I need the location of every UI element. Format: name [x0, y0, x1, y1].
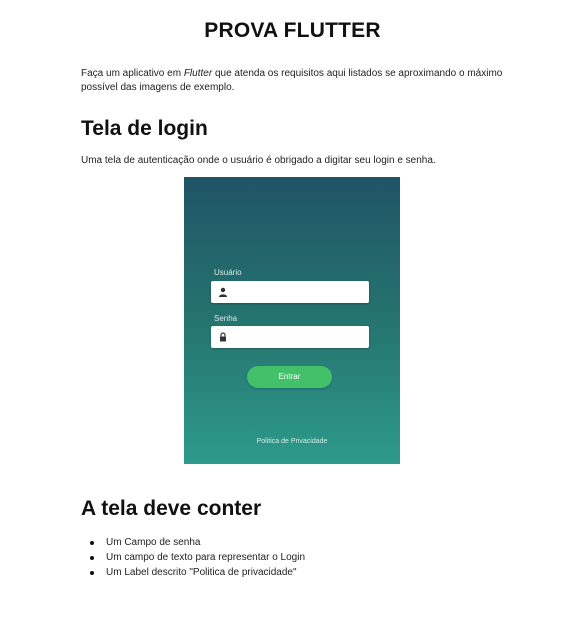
list-item: Um campo de texto para representar o Log… — [90, 550, 305, 565]
list-item: Um Campo de senha — [90, 535, 305, 550]
password-field[interactable] — [211, 326, 369, 348]
intro-text-start: Faça um aplicativo em — [81, 68, 184, 79]
username-label: Usuário — [214, 268, 242, 277]
bullet-icon — [90, 556, 94, 560]
page-title: PROVA FLUTTER — [204, 19, 381, 42]
login-section-heading: Tela de login — [81, 117, 208, 140]
requirements-list: Um Campo de senha Um campo de texto para… — [90, 535, 305, 580]
login-screen-mockup: Usuário Senha Entrar Politica de Privaci… — [184, 177, 400, 464]
username-field[interactable] — [211, 281, 369, 303]
intro-paragraph: Faça um aplicativo em Flutter que atenda… — [81, 67, 521, 95]
requirement-text: Um Label descrito "Politica de privacida… — [106, 567, 297, 578]
bullet-icon — [90, 571, 94, 575]
lock-icon — [220, 332, 226, 342]
requirement-text: Um Campo de senha — [106, 537, 201, 548]
login-section-description: Uma tela de autenticação onde o usuário … — [81, 155, 436, 166]
list-item: Um Label descrito "Politica de privacida… — [90, 565, 305, 580]
login-button[interactable]: Entrar — [247, 366, 332, 388]
intro-emphasis: Flutter — [183, 68, 213, 79]
requirements-heading: A tela deve conter — [81, 497, 262, 520]
user-icon — [219, 287, 227, 297]
privacy-policy-link[interactable]: Politica de Privacidade — [184, 438, 400, 445]
password-label: Senha — [214, 314, 238, 323]
bullet-icon — [90, 541, 94, 545]
requirement-text: Um campo de texto para representar o Log… — [106, 552, 305, 563]
